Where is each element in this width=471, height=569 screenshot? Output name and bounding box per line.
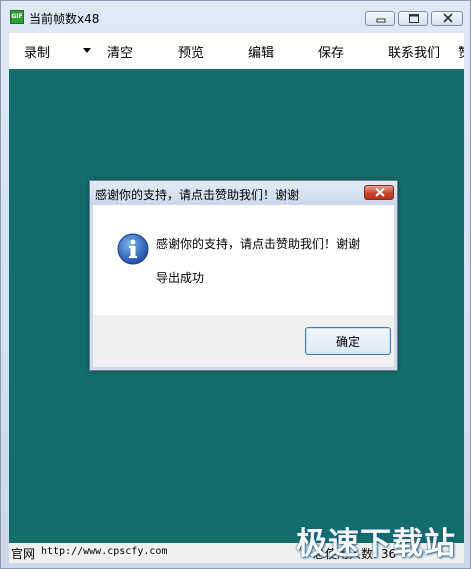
ok-button[interactable]: 确定 [305, 327, 391, 355]
menu-record[interactable]: 录制 [24, 42, 50, 61]
window-title: 当前帧数x48 [29, 12, 100, 26]
dialog-submessage: 导出成功 [156, 271, 205, 285]
menu-sponsor[interactable]: 赞 [458, 42, 464, 61]
message-dialog: 感谢你的支持，请点击赞助我们！谢谢 感谢你的支持，请点击赞助我们！谢谢 导出成功… [89, 180, 398, 371]
info-icon [117, 233, 149, 265]
dialog-body: 感谢你的支持，请点击赞助我们！谢谢 导出成功 [93, 205, 394, 315]
dialog-close-button[interactable] [364, 185, 394, 200]
dialog-title: 感谢你的支持，请点击赞助我们！谢谢 [95, 188, 300, 202]
record-dropdown-icon[interactable] [83, 48, 91, 53]
close-icon [375, 187, 385, 197]
maximize-button[interactable] [398, 11, 428, 26]
minimize-button[interactable] [365, 11, 395, 26]
menu-edit[interactable]: 编辑 [248, 42, 274, 61]
toolbar-menu: 录制 清空 预览 编辑 保存 联系我们 赞 [9, 33, 464, 69]
gif-app-icon: GIF [10, 10, 24, 24]
menu-save[interactable]: 保存 [318, 42, 344, 61]
site-label: 官网 [11, 547, 36, 561]
site-url-link[interactable]: http://www.cpscfy.com [41, 546, 167, 557]
maximize-icon [409, 14, 419, 23]
window-titlebar[interactable]: GIF 当前帧数x48 [1, 1, 470, 33]
dialog-footer: 确定 [93, 315, 394, 367]
watermark-text: 极速下载站 [296, 526, 456, 562]
minimize-icon [376, 18, 386, 23]
close-button[interactable] [431, 11, 463, 26]
menu-clear[interactable]: 清空 [107, 42, 133, 61]
menu-preview[interactable]: 预览 [178, 42, 204, 61]
dialog-message: 感谢你的支持，请点击赞助我们！谢谢 [156, 237, 361, 251]
dialog-titlebar[interactable]: 感谢你的支持，请点击赞助我们！谢谢 [90, 181, 397, 205]
close-icon [443, 13, 453, 23]
menu-contact[interactable]: 联系我们 [388, 42, 440, 61]
